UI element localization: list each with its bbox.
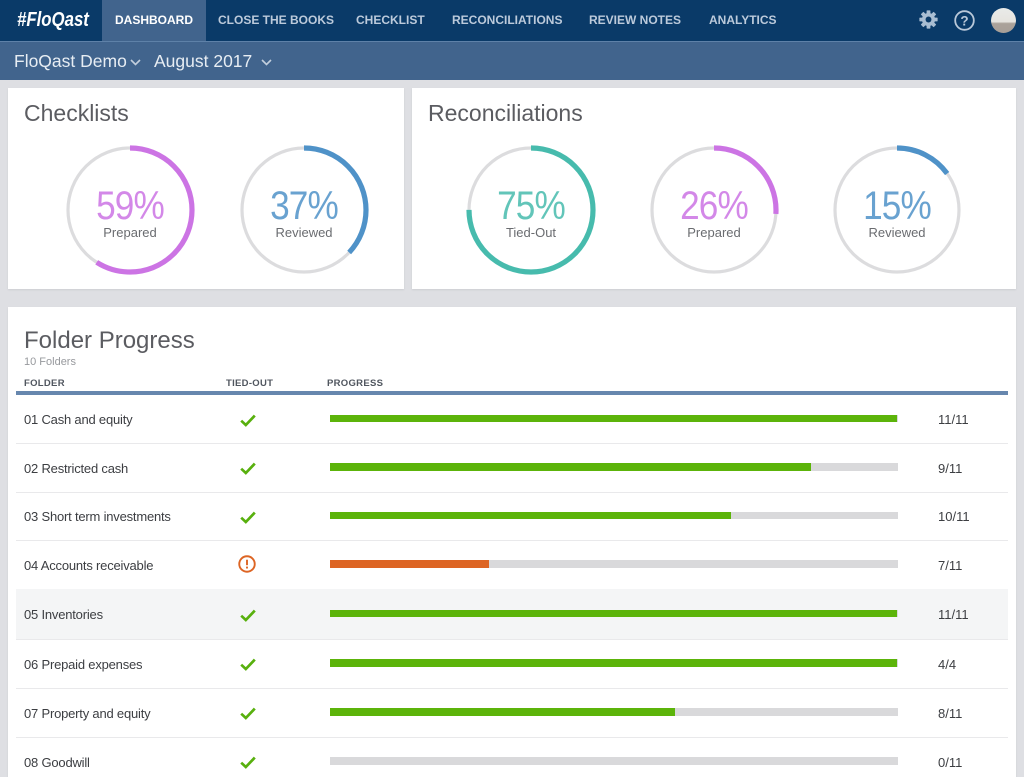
svg-text:?: ? [960,13,968,28]
